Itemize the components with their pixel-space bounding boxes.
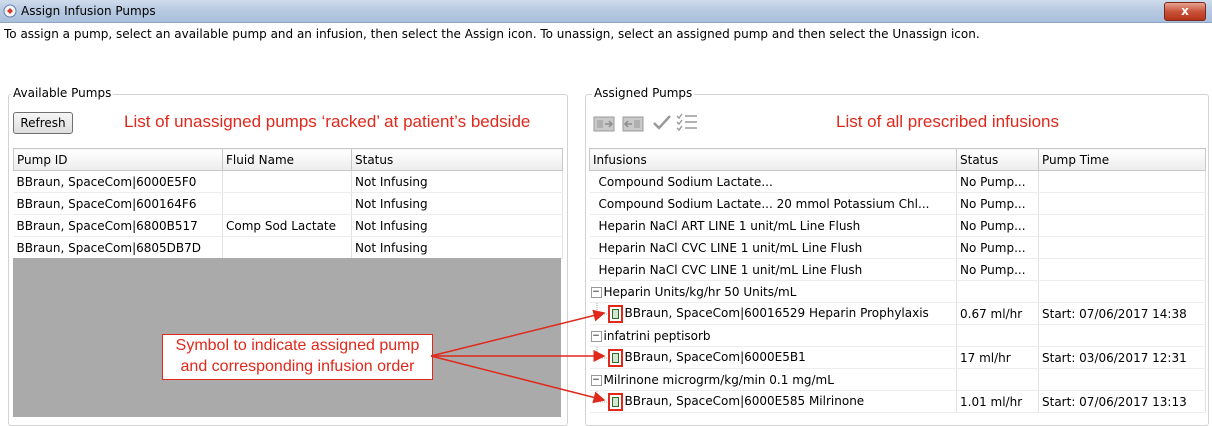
table-row[interactable]: Heparin NaCl CVC LINE 1 unit/mL Line Flu…	[589, 236, 1206, 259]
tree-connector-icon	[596, 347, 608, 359]
column-header-status[interactable]: Status	[956, 148, 1039, 171]
refresh-button[interactable]: Refresh	[13, 112, 73, 134]
table-row[interactable]: Compound Sodium Lactate... 20 mmol Potas…	[589, 192, 1206, 215]
tree-child-row[interactable]: BBraun, SpaceCom|6000E585 Milrinone 1.01…	[589, 390, 1206, 413]
tree-group-row[interactable]: − Milrinone microgrm/kg/min 0.1 mg/mL	[589, 368, 1206, 391]
status-cell: Not Infusing	[351, 236, 563, 259]
infusion-cell: Heparin NaCl CVC LINE 1 unit/mL Line Flu…	[589, 236, 957, 259]
unassign-icon[interactable]	[621, 112, 645, 134]
column-header-infusions[interactable]: Infusions	[589, 148, 957, 171]
rate-cell: 0.67 ml/hr	[956, 302, 1039, 325]
rate-cell: 17 ml/hr	[956, 346, 1039, 369]
fluid-name-cell	[222, 236, 352, 259]
checkmark-icon[interactable]	[650, 112, 674, 134]
status-cell: No Pump...	[956, 236, 1039, 259]
assigned-pump-symbol-icon	[607, 304, 623, 323]
tree-group-row[interactable]: − Heparin Units/kg/hr 50 Units/mL	[589, 280, 1206, 303]
assigned-pump-label: BBraun, SpaceCom|6000E5B1	[624, 350, 806, 364]
assigned-pump-cell: BBraun, SpaceCom|6000E5B1	[589, 346, 957, 369]
infusion-group-cell: − Milrinone microgrm/kg/min 0.1 mg/mL	[589, 368, 957, 391]
fluid-name-cell	[222, 192, 352, 215]
collapse-toggle-icon[interactable]: −	[590, 286, 602, 298]
assigned-pump-symbol-icon	[607, 392, 623, 411]
status-cell: Not Infusing	[351, 170, 563, 193]
tree-connector-icon	[596, 391, 608, 403]
callout-line-2: and corresponding infusion order	[180, 358, 415, 375]
pump-time-cell	[1038, 258, 1206, 281]
table-row[interactable]: BBraun, SpaceCom|600164F6 Not Infusing	[13, 192, 563, 215]
available-pumps-table: Pump ID Fluid Name Status BBraun, SpaceC…	[13, 148, 563, 259]
column-header-status[interactable]: Status	[351, 148, 563, 171]
pump-time-cell: Start: 07/06/2017 14:38	[1038, 302, 1206, 325]
pump-time-cell	[1038, 192, 1206, 215]
app-icon	[3, 4, 17, 18]
title-bar: Assign Infusion Pumps x	[0, 0, 1212, 23]
table-row[interactable]: Heparin NaCl ART LINE 1 unit/mL Line Flu…	[589, 214, 1206, 237]
rate-cell: 1.01 ml/hr	[956, 390, 1039, 413]
table-header-row: Pump ID Fluid Name Status	[13, 148, 563, 171]
tree-connector-icon	[596, 303, 608, 315]
fluid-name-cell: Comp Sod Lactate	[222, 214, 352, 237]
assigned-pump-label: BBraun, SpaceCom|60016529 Heparin Prophy…	[624, 306, 929, 320]
assigned-pumps-table: Infusions Status Pump Time Compound Sodi…	[589, 148, 1206, 413]
status-cell: No Pump...	[956, 192, 1039, 215]
callout-line-1: Symbol to indicate assigned pump	[175, 337, 420, 354]
infusion-cell: Compound Sodium Lactate... 20 mmol Potas…	[589, 192, 957, 215]
window-title: Assign Infusion Pumps	[21, 4, 156, 18]
table-header-row: Infusions Status Pump Time	[589, 148, 1206, 171]
checklist-icon[interactable]	[675, 112, 699, 134]
infusion-group-cell: − Heparin Units/kg/hr 50 Units/mL	[589, 280, 957, 303]
pump-id-cell: BBraun, SpaceCom|6000E5F0	[13, 170, 223, 193]
infusion-cell: Heparin NaCl ART LINE 1 unit/mL Line Flu…	[589, 214, 957, 237]
tree-child-row[interactable]: BBraun, SpaceCom|6000E5B1 17 ml/hr Start…	[589, 346, 1206, 369]
tree-child-row[interactable]: BBraun, SpaceCom|60016529 Heparin Prophy…	[589, 302, 1206, 325]
collapse-toggle-icon[interactable]: −	[590, 330, 602, 342]
status-cell: No Pump...	[956, 170, 1039, 193]
assigned-pump-symbol-icon	[607, 348, 623, 367]
infusion-group-label: infatrini peptisorb	[603, 328, 711, 343]
assigned-pump-cell: BBraun, SpaceCom|6000E585 Milrinone	[589, 390, 957, 413]
column-header-fluid-name[interactable]: Fluid Name	[222, 148, 352, 171]
table-row[interactable]: BBraun, SpaceCom|6805DB7D Not Infusing	[13, 236, 563, 259]
pump-id-cell: BBraun, SpaceCom|6805DB7D	[13, 236, 223, 259]
pump-time-cell: Start: 07/06/2017 13:13	[1038, 390, 1206, 413]
pump-time-cell	[1038, 236, 1206, 259]
column-header-pump-id[interactable]: Pump ID	[13, 148, 223, 171]
fluid-name-cell	[222, 170, 352, 193]
status-cell: Not Infusing	[351, 192, 563, 215]
assigned-annotation: List of all prescribed infusions	[836, 112, 1060, 131]
status-cell: Not Infusing	[351, 214, 563, 237]
infusion-group-label: Milrinone microgrm/kg/min 0.1 mg/mL	[603, 372, 834, 387]
assign-icon[interactable]	[592, 112, 616, 134]
infusion-group-cell: − infatrini peptisorb	[589, 324, 957, 347]
pump-id-cell: BBraun, SpaceCom|600164F6	[13, 192, 223, 215]
assigned-pump-label: BBraun, SpaceCom|6000E585 Milrinone	[624, 394, 865, 408]
instructions-text: To assign a pump, select an available pu…	[4, 27, 980, 41]
table-row[interactable]: Heparin NaCl CVC LINE 1 unit/mL Line Flu…	[589, 258, 1206, 281]
tree-group-row[interactable]: − infatrini peptisorb	[589, 324, 1206, 347]
assigned-pump-cell: BBraun, SpaceCom|60016529 Heparin Prophy…	[589, 302, 957, 325]
collapse-toggle-icon[interactable]: −	[590, 374, 602, 386]
close-button[interactable]: x	[1164, 2, 1206, 21]
available-annotation: List of unassigned pumps ‘racked’ at pat…	[124, 112, 531, 131]
callout-box: Symbol to indicate assigned pump and cor…	[162, 334, 433, 380]
infusion-cell: Heparin NaCl CVC LINE 1 unit/mL Line Flu…	[589, 258, 957, 281]
infusion-cell: Compound Sodium Lactate...	[589, 170, 957, 193]
table-row[interactable]: BBraun, SpaceCom|6000E5F0 Not Infusing	[13, 170, 563, 193]
table-row[interactable]: Compound Sodium Lactate... No Pump...	[589, 170, 1206, 193]
pump-time-cell	[1038, 170, 1206, 193]
infusion-group-label: Heparin Units/kg/hr 50 Units/mL	[603, 284, 797, 299]
pump-id-cell: BBraun, SpaceCom|6800B517	[13, 214, 223, 237]
status-cell: No Pump...	[956, 214, 1039, 237]
available-pumps-label: Available Pumps	[11, 86, 114, 100]
table-row[interactable]: BBraun, SpaceCom|6800B517 Comp Sod Lacta…	[13, 214, 563, 237]
status-cell: No Pump...	[956, 258, 1039, 281]
column-header-pump-time[interactable]: Pump Time	[1038, 148, 1206, 171]
pump-time-cell	[1038, 214, 1206, 237]
close-icon: x	[1181, 4, 1189, 18]
assigned-pumps-label: Assigned Pumps	[592, 86, 695, 100]
pump-time-cell: Start: 03/06/2017 12:31	[1038, 346, 1206, 369]
